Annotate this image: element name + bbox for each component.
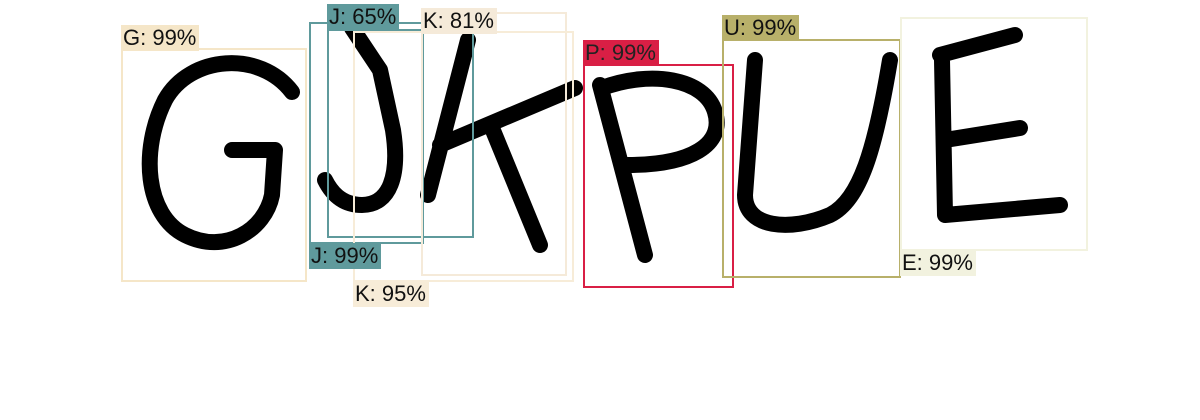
- detection-box-e: [900, 17, 1088, 251]
- detection-canvas: G: 99% J: 65% J: 99% K: 81% K: 95% P: 99…: [0, 0, 1200, 420]
- detection-box-g: [121, 48, 307, 282]
- detection-label-j1: J: 65%: [327, 4, 400, 30]
- detection-label-j2: J: 99%: [309, 243, 382, 269]
- detection-box-p: [583, 64, 734, 288]
- detection-box-u: [722, 39, 901, 278]
- detection-label-p: P: 99%: [583, 40, 659, 66]
- detection-box-k2: [353, 31, 574, 282]
- detection-label-e: E: 99%: [900, 250, 976, 276]
- detection-label-k1: K: 81%: [421, 8, 497, 34]
- detection-label-g: G: 99%: [121, 25, 200, 51]
- detection-label-u: U: 99%: [722, 15, 800, 41]
- detection-label-k2: K: 95%: [353, 281, 429, 307]
